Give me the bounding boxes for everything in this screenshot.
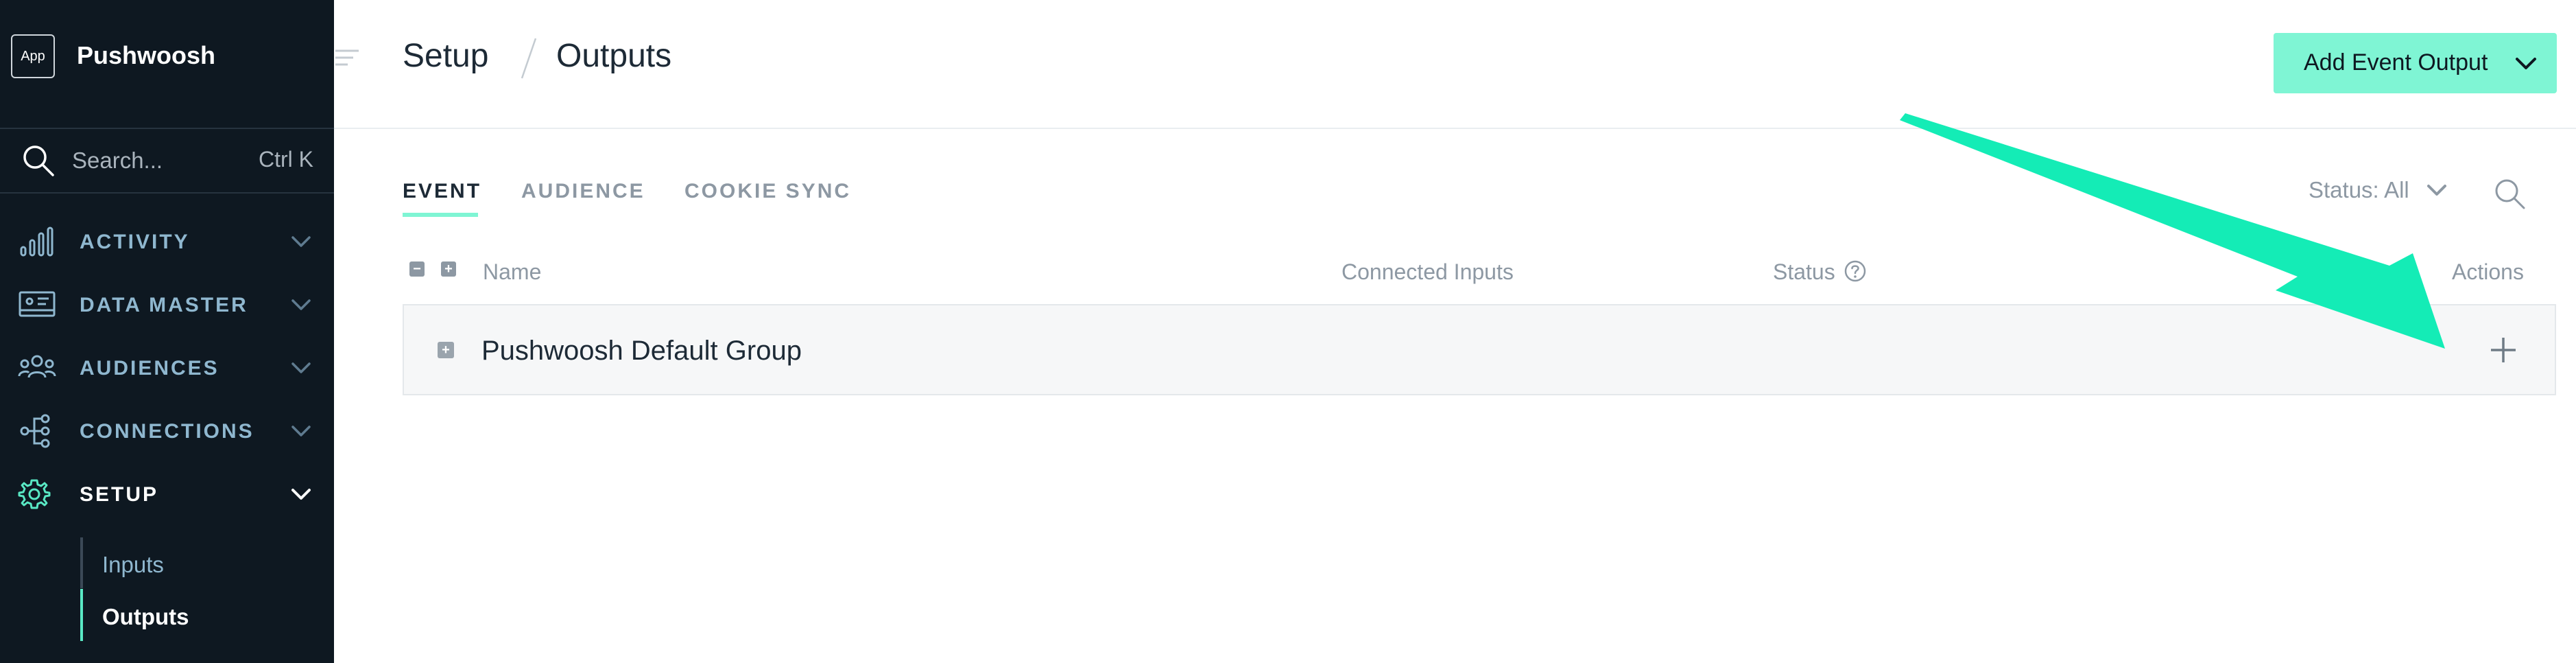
- page-title: Outputs: [556, 38, 672, 74]
- sidebar-item-label: SETUP: [80, 483, 159, 506]
- sidebar-item-connections[interactable]: CONNECTIONS: [0, 399, 334, 463]
- brand-header[interactable]: App Pushwoosh: [0, 0, 334, 129]
- chevron-down-icon[interactable]: [289, 232, 313, 251]
- submenu-active-indicator: [80, 589, 83, 641]
- menu-collapse-icon[interactable]: [334, 45, 361, 73]
- sidebar-subitem-outputs[interactable]: Outputs: [102, 604, 189, 630]
- sidebar-item-label: ACTIVITY: [80, 231, 190, 253]
- collapse-all-button[interactable]: −: [409, 261, 425, 277]
- column-header-status: Status: [1773, 259, 1835, 284]
- sidebar: App Pushwoosh Ctrl K ACTIVITY: [0, 0, 334, 663]
- table-row[interactable]: + Pushwoosh Default Group: [403, 304, 2556, 395]
- sidebar-search: Ctrl K: [0, 129, 334, 194]
- add-event-output-label: Add Event Output: [2304, 49, 2488, 75]
- expand-all-button[interactable]: +: [441, 261, 456, 277]
- column-header-actions: Actions: [2452, 259, 2524, 284]
- chevron-down-icon[interactable]: [289, 485, 313, 504]
- status-filter[interactable]: Status: All: [2309, 177, 2409, 203]
- gear-icon: [18, 479, 51, 509]
- search-shortcut-hint: Ctrl K: [259, 147, 313, 172]
- sidebar-item-label: CONNECTIONS: [80, 420, 254, 443]
- breadcrumb-setup[interactable]: Setup: [403, 37, 488, 75]
- search-icon: [23, 146, 54, 176]
- chevron-down-icon[interactable]: [289, 295, 313, 314]
- sidebar-item-audiences[interactable]: AUDIENCES: [0, 336, 334, 399]
- column-header-connected-inputs: Connected Inputs: [1341, 259, 1514, 284]
- column-header-name: Name: [483, 259, 542, 284]
- breadcrumb-separator: [521, 38, 537, 79]
- group-name: Pushwoosh Default Group: [481, 336, 802, 366]
- tab-cookie-sync[interactable]: COOKIE SYNC: [684, 180, 851, 203]
- chevron-down-icon[interactable]: [2513, 54, 2539, 73]
- sidebar-item-data-master[interactable]: DATA MASTER: [0, 273, 334, 336]
- add-event-output-button[interactable]: Add Event Output: [2274, 33, 2557, 93]
- search-icon[interactable]: [2492, 176, 2527, 211]
- connections-icon: [20, 414, 50, 448]
- search-input[interactable]: [72, 146, 243, 176]
- chevron-down-icon[interactable]: [289, 421, 313, 441]
- chevron-down-icon[interactable]: [2425, 181, 2448, 199]
- help-icon[interactable]: [1844, 259, 1867, 283]
- activity-bars-icon: [20, 226, 53, 257]
- plus-icon[interactable]: [2484, 331, 2523, 369]
- submenu-rail: [80, 537, 83, 588]
- tab-event[interactable]: EVENT: [403, 180, 481, 203]
- active-tab-indicator: [403, 213, 478, 217]
- expand-group-button[interactable]: +: [438, 342, 454, 358]
- data-master-icon: [19, 291, 56, 317]
- sidebar-item-label: DATA MASTER: [80, 294, 248, 316]
- app-badge[interactable]: App: [11, 34, 55, 78]
- brand-name: Pushwoosh: [77, 41, 216, 69]
- tab-audience[interactable]: AUDIENCE: [521, 180, 645, 203]
- sidebar-item-activity[interactable]: ACTIVITY: [0, 210, 334, 273]
- sidebar-subitem-inputs[interactable]: Inputs: [102, 552, 164, 578]
- audiences-icon: [18, 355, 56, 378]
- sidebar-item-label: AUDIENCES: [80, 357, 219, 380]
- sidebar-item-setup[interactable]: SETUP: [0, 463, 334, 526]
- page-header: Setup Outputs Add Event Output: [334, 0, 2576, 129]
- chevron-down-icon[interactable]: [289, 358, 313, 377]
